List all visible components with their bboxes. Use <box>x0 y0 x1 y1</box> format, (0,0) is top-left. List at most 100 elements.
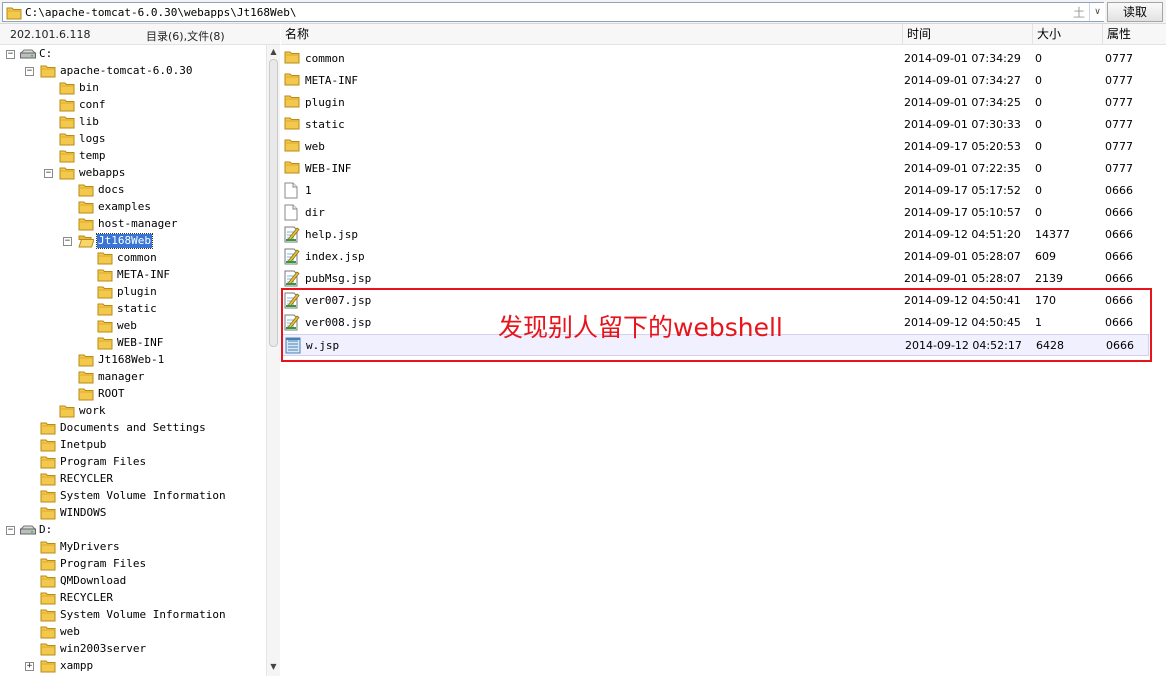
folder-icon <box>59 132 75 149</box>
file-name: ver008.jsp <box>305 316 372 329</box>
column-name[interactable]: 名称 <box>281 24 902 45</box>
file-attr: 0777 <box>1105 118 1133 131</box>
tree-item[interactable]: win2003server <box>0 641 264 658</box>
folder-icon <box>40 472 56 489</box>
tree-item[interactable]: bin <box>0 80 264 97</box>
item-count: 目录(6),文件(8) <box>146 30 225 43</box>
tree-item[interactable]: docs <box>0 182 264 199</box>
file-size: 0 <box>1035 162 1042 175</box>
folder-icon <box>78 183 94 200</box>
tree-item[interactable]: System Volume Information <box>0 607 264 624</box>
file-name: WEB-INF <box>305 162 352 175</box>
file-size: 0 <box>1035 74 1042 87</box>
read-button[interactable]: 读取 <box>1107 2 1163 22</box>
tree-item[interactable]: ROOT <box>0 386 264 403</box>
tree-item[interactable]: temp <box>0 148 264 165</box>
tree-item[interactable]: examples <box>0 199 264 216</box>
address-input[interactable]: C:\apache-tomcat-6.0.30\webapps\Jt168Web… <box>2 2 1105 22</box>
tree-item-label: C: <box>39 47 53 60</box>
file-row[interactable]: static 2014-09-01 07:30:33 0 0777 <box>281 114 1149 136</box>
tree-item[interactable]: web <box>0 318 264 335</box>
file-row[interactable]: META-INF 2014-09-01 07:34:27 0 0777 <box>281 70 1149 92</box>
file-attr: 0666 <box>1105 294 1133 307</box>
tree-item[interactable]: WEB-INF <box>0 335 264 352</box>
collapse-icon[interactable]: − <box>25 67 34 76</box>
server-ip: 202.101.6.118 <box>10 28 91 41</box>
file-attr: 0777 <box>1105 162 1133 175</box>
tree-item[interactable]: logs <box>0 131 264 148</box>
tree-scrollbar[interactable]: ▲ ▼ <box>266 45 280 676</box>
file-row[interactable]: help.jsp 2014-09-12 04:51:20 14377 0666 <box>281 224 1149 246</box>
file-row[interactable]: common 2014-09-01 07:34:29 0 0777 <box>281 48 1149 70</box>
expand-icon[interactable]: + <box>25 662 34 671</box>
tree-item[interactable]: + xampp <box>0 658 264 675</box>
scroll-up-icon[interactable]: ▲ <box>267 47 280 59</box>
tree-item-label: xampp <box>60 659 94 672</box>
tree-item[interactable]: Inetpub <box>0 437 264 454</box>
tree-item[interactable]: common <box>0 250 264 267</box>
collapse-icon[interactable]: − <box>6 50 15 59</box>
tree-item-label: docs <box>98 183 125 196</box>
file-row[interactable]: WEB-INF 2014-09-01 07:22:35 0 0777 <box>281 158 1149 180</box>
file-row[interactable]: pubMsg.jsp 2014-09-01 05:28:07 2139 0666 <box>281 268 1149 290</box>
tree-item[interactable]: conf <box>0 97 264 114</box>
folder-icon <box>40 455 56 472</box>
folder-icon <box>284 94 300 111</box>
file-size: 0 <box>1035 206 1042 219</box>
folder-icon <box>97 285 113 302</box>
tree-item[interactable]: Program Files <box>0 556 264 573</box>
tree-item[interactable]: Program Files <box>0 454 264 471</box>
tree-item[interactable]: lib <box>0 114 264 131</box>
folder-icon <box>40 574 56 591</box>
file-name: 1 <box>305 184 312 197</box>
file-name: plugin <box>305 96 345 109</box>
file-time: 2014-09-01 07:22:35 <box>904 162 1021 175</box>
tree-item[interactable]: RECYCLER <box>0 590 264 607</box>
tree-item[interactable]: plugin <box>0 284 264 301</box>
column-time[interactable]: 时间 <box>902 24 1032 45</box>
file-name: static <box>305 118 345 131</box>
file-row[interactable]: index.jsp 2014-09-01 05:28:07 609 0666 <box>281 246 1149 268</box>
file-row[interactable]: plugin 2014-09-01 07:34:25 0 0777 <box>281 92 1149 114</box>
tree-item[interactable]: web <box>0 624 264 641</box>
tree-item[interactable]: host-manager <box>0 216 264 233</box>
file-name: common <box>305 52 345 65</box>
tree-item[interactable]: work <box>0 403 264 420</box>
scrollbar-thumb[interactable] <box>269 59 278 347</box>
tree-item[interactable]: RECYCLER <box>0 471 264 488</box>
tree-item[interactable]: − apache-tomcat-6.0.30 <box>0 63 264 80</box>
tree-item[interactable]: − webapps <box>0 165 264 182</box>
tree-item-label: Jt168Web <box>96 233 153 249</box>
folder-icon <box>97 336 113 353</box>
tree-item[interactable]: QMDownload <box>0 573 264 590</box>
file-row[interactable]: dir 2014-09-17 05:10:57 0 0666 <box>281 202 1149 224</box>
tree-item[interactable]: System Volume Information <box>0 488 264 505</box>
tree-item[interactable]: Documents and Settings <box>0 420 264 437</box>
column-size[interactable]: 大小 <box>1032 24 1102 45</box>
collapse-icon[interactable]: − <box>6 526 15 535</box>
tree-item[interactable]: static <box>0 301 264 318</box>
tree-item[interactable]: META-INF <box>0 267 264 284</box>
address-add-icon[interactable]: 土 <box>1073 4 1085 21</box>
chevron-down-icon[interactable]: ∨ <box>1089 3 1105 21</box>
file-attr: 0666 <box>1105 206 1133 219</box>
collapse-icon[interactable]: − <box>44 169 53 178</box>
tree-item[interactable]: − D: <box>0 522 264 539</box>
file-time: 2014-09-17 05:20:53 <box>904 140 1021 153</box>
column-attr[interactable]: 属性 <box>1102 24 1166 45</box>
scroll-down-icon[interactable]: ▼ <box>267 662 280 674</box>
folder-icon <box>78 200 94 217</box>
tree-item[interactable]: − Jt168Web <box>0 233 264 250</box>
tree-item[interactable]: manager <box>0 369 264 386</box>
tree-item[interactable]: WINDOWS <box>0 505 264 522</box>
folder-icon <box>40 438 56 455</box>
folder-icon <box>97 268 113 285</box>
file-row[interactable]: web 2014-09-17 05:20:53 0 0777 <box>281 136 1149 158</box>
tree-item[interactable]: − C: <box>0 46 264 63</box>
tree-item[interactable]: MyDrivers <box>0 539 264 556</box>
folder-icon <box>40 608 56 625</box>
collapse-icon[interactable]: − <box>63 237 72 246</box>
jsp-file-icon <box>284 292 300 312</box>
tree-item[interactable]: Jt168Web-1 <box>0 352 264 369</box>
file-row[interactable]: 1 2014-09-17 05:17:52 0 0666 <box>281 180 1149 202</box>
